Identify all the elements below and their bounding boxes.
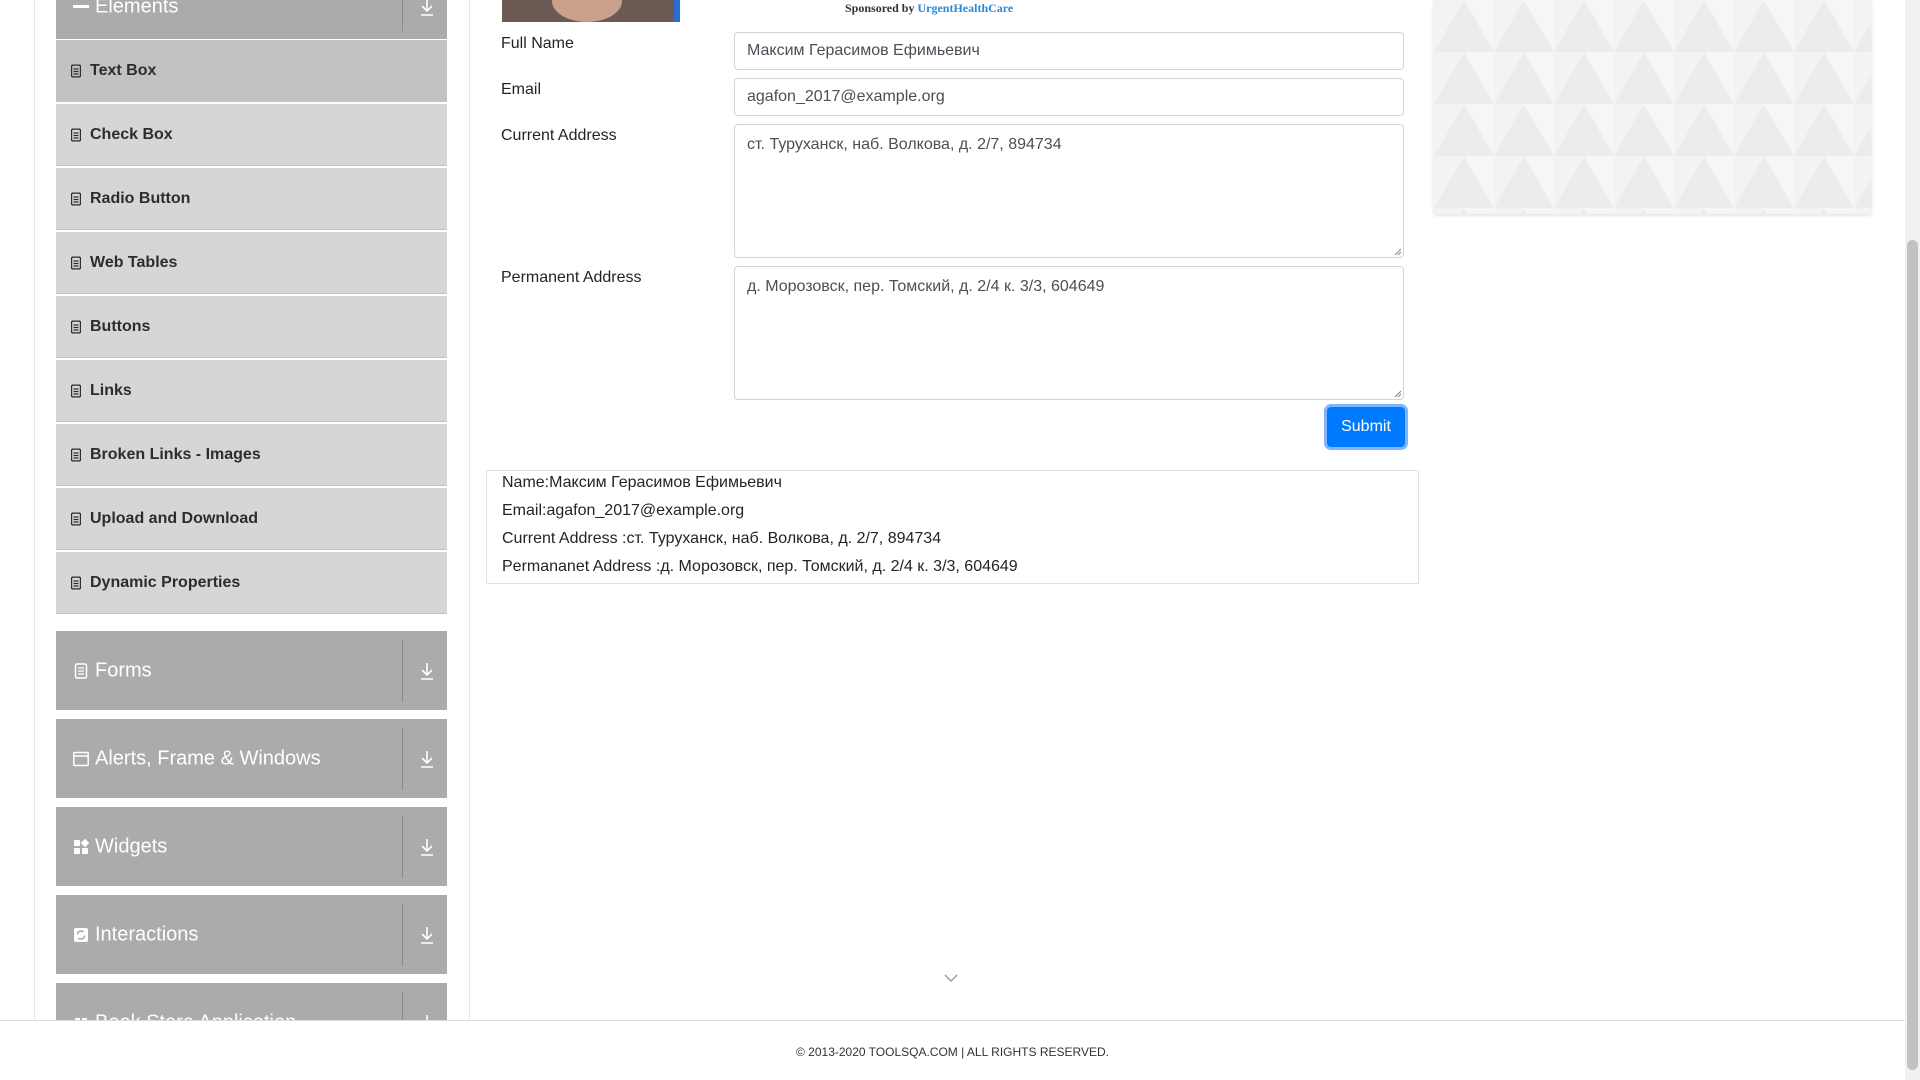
full-name-label: Full Name xyxy=(501,35,574,52)
submit-button[interactable]: Submit xyxy=(1327,407,1405,447)
download-icon xyxy=(421,926,433,944)
chevron-down-icon xyxy=(944,974,958,982)
sponsor-text: Sponsored by UrgentHealthCare xyxy=(845,1,1013,16)
sidebar-item-label: Broken Links - Images xyxy=(90,445,261,463)
sidebar-item-links[interactable]: Links xyxy=(56,360,447,422)
form-icon xyxy=(74,662,88,679)
sidebar-item-upload-download[interactable]: Upload and Download xyxy=(56,488,447,550)
list-icon xyxy=(71,384,81,397)
group-header-widgets[interactable]: Widgets xyxy=(56,807,447,886)
group-header-separator xyxy=(402,815,403,878)
ad-pattern xyxy=(1434,0,1871,214)
window-icon xyxy=(73,751,89,766)
sidebar-item-broken-links[interactable]: Broken Links - Images xyxy=(56,424,447,486)
download-icon xyxy=(421,662,433,680)
current-address-value: ст. Туруханск, наб. Волкова, д. 2/7, 894… xyxy=(747,136,1062,153)
full-name-input[interactable]: Максим Герасимов Ефимьевич xyxy=(734,32,1404,70)
sidebar-item-label: Radio Button xyxy=(90,189,191,207)
group-header-forms[interactable]: Forms xyxy=(56,631,447,710)
sidebar-item-label: Web Tables xyxy=(90,253,178,271)
footer: © 2013-2020 TOOLSQA.COM | ALL RIGHTS RES… xyxy=(0,1020,1905,1080)
sponsor-prefix: Sponsored by xyxy=(845,1,918,15)
group-header-interactions[interactable]: Interactions xyxy=(56,895,447,974)
sidebar-item-buttons[interactable]: Buttons xyxy=(56,296,447,358)
resize-handle-icon[interactable] xyxy=(1392,388,1402,398)
sidebar-item-web-tables[interactable]: Web Tables xyxy=(56,232,447,294)
sidebar-item-label: Buttons xyxy=(90,317,151,335)
group-header-label: Forms xyxy=(95,659,152,681)
sidebar-item-label: Links xyxy=(90,381,132,399)
list-icon xyxy=(71,320,81,333)
sidebar-item-label: Check Box xyxy=(90,125,173,143)
sidebar-item-radio-button[interactable]: Radio Button xyxy=(56,168,447,230)
group-header-book-store[interactable]: Book Store Application xyxy=(56,983,447,1020)
page-scrollbar[interactable] xyxy=(1905,0,1920,1080)
list-icon xyxy=(71,576,81,589)
group-header-label: Interactions xyxy=(95,923,199,945)
permanent-address-value: д. Морозовск, пер. Томский, д. 2/4 к. 3/… xyxy=(747,278,1105,295)
group-header-separator xyxy=(402,727,403,790)
current-address-textarea[interactable]: ст. Туруханск, наб. Волкова, д. 2/7, 894… xyxy=(734,124,1404,258)
current-address-label: Current Address xyxy=(501,127,617,144)
output-permanent-address: Permananet Address :д. Морозовск, пер. Т… xyxy=(502,558,1018,575)
sidebar-item-dynamic-properties[interactable]: Dynamic Properties xyxy=(56,552,447,614)
advertisement-banner[interactable] xyxy=(1434,0,1871,214)
output-email: Email:agafon_2017@example.org xyxy=(502,502,745,519)
sidebar-item-label: Upload and Download xyxy=(90,509,258,527)
sidebar-item-check-box[interactable]: Check Box xyxy=(56,104,447,166)
sidebar-item-label: Dynamic Properties xyxy=(90,573,241,591)
left-sidebar: Elements Text Box Check Box Radio Button… xyxy=(0,0,470,1020)
email-label: Email xyxy=(501,81,542,98)
permanent-address-textarea[interactable]: д. Морозовск, пер. Томский, д. 2/4 к. 3/… xyxy=(734,266,1404,400)
widgets-icon xyxy=(74,838,89,854)
download-icon xyxy=(421,0,433,17)
group-header-alerts[interactable]: Alerts, Frame & Windows xyxy=(56,719,447,798)
output-panel: Name:Максим Герасимов Ефимьевич Email:ag… xyxy=(486,470,1419,584)
group-header-label: Elements xyxy=(95,0,179,18)
group-header-label: Book Store Application xyxy=(95,1011,296,1020)
download-icon xyxy=(421,750,433,768)
interactions-icon xyxy=(74,927,88,942)
menu-icon xyxy=(73,5,89,9)
sidebar-divider-right xyxy=(469,0,470,1020)
group-header-separator xyxy=(402,639,403,702)
resize-handle-icon[interactable] xyxy=(1392,246,1402,256)
output-name: Name:Максим Герасимов Ефимьевич xyxy=(502,474,782,491)
group-header-separator xyxy=(402,903,403,966)
list-icon xyxy=(71,64,81,77)
download-icon xyxy=(421,838,433,856)
sidebar-divider xyxy=(34,0,35,1020)
group-header-separator xyxy=(402,991,403,1020)
group-header-elements[interactable]: Elements xyxy=(56,0,447,39)
output-current-address: Current Address :ст. Туруханск, наб. Вол… xyxy=(502,530,942,547)
group-header-separator xyxy=(402,0,403,31)
sponsor-link[interactable]: UrgentHealthCare xyxy=(917,1,1013,15)
group-header-label: Alerts, Frame & Windows xyxy=(95,747,321,769)
group-header-label: Widgets xyxy=(95,835,168,857)
scrollbar-thumb[interactable] xyxy=(1907,240,1918,1070)
sponsor-avatar-image[interactable] xyxy=(502,0,680,22)
permanent-address-label: Permanent Address xyxy=(501,269,642,286)
list-icon xyxy=(71,512,81,525)
sidebar-item-text-box[interactable]: Text Box xyxy=(56,40,447,102)
list-icon xyxy=(71,128,81,141)
email-input[interactable]: agafon_2017@example.org xyxy=(734,78,1404,116)
list-icon xyxy=(71,192,81,205)
list-icon xyxy=(71,256,81,269)
footer-copyright: © 2013-2020 TOOLSQA.COM | ALL RIGHTS RES… xyxy=(796,1045,1109,1059)
list-icon xyxy=(71,448,81,461)
sidebar-item-label: Text Box xyxy=(90,61,157,79)
